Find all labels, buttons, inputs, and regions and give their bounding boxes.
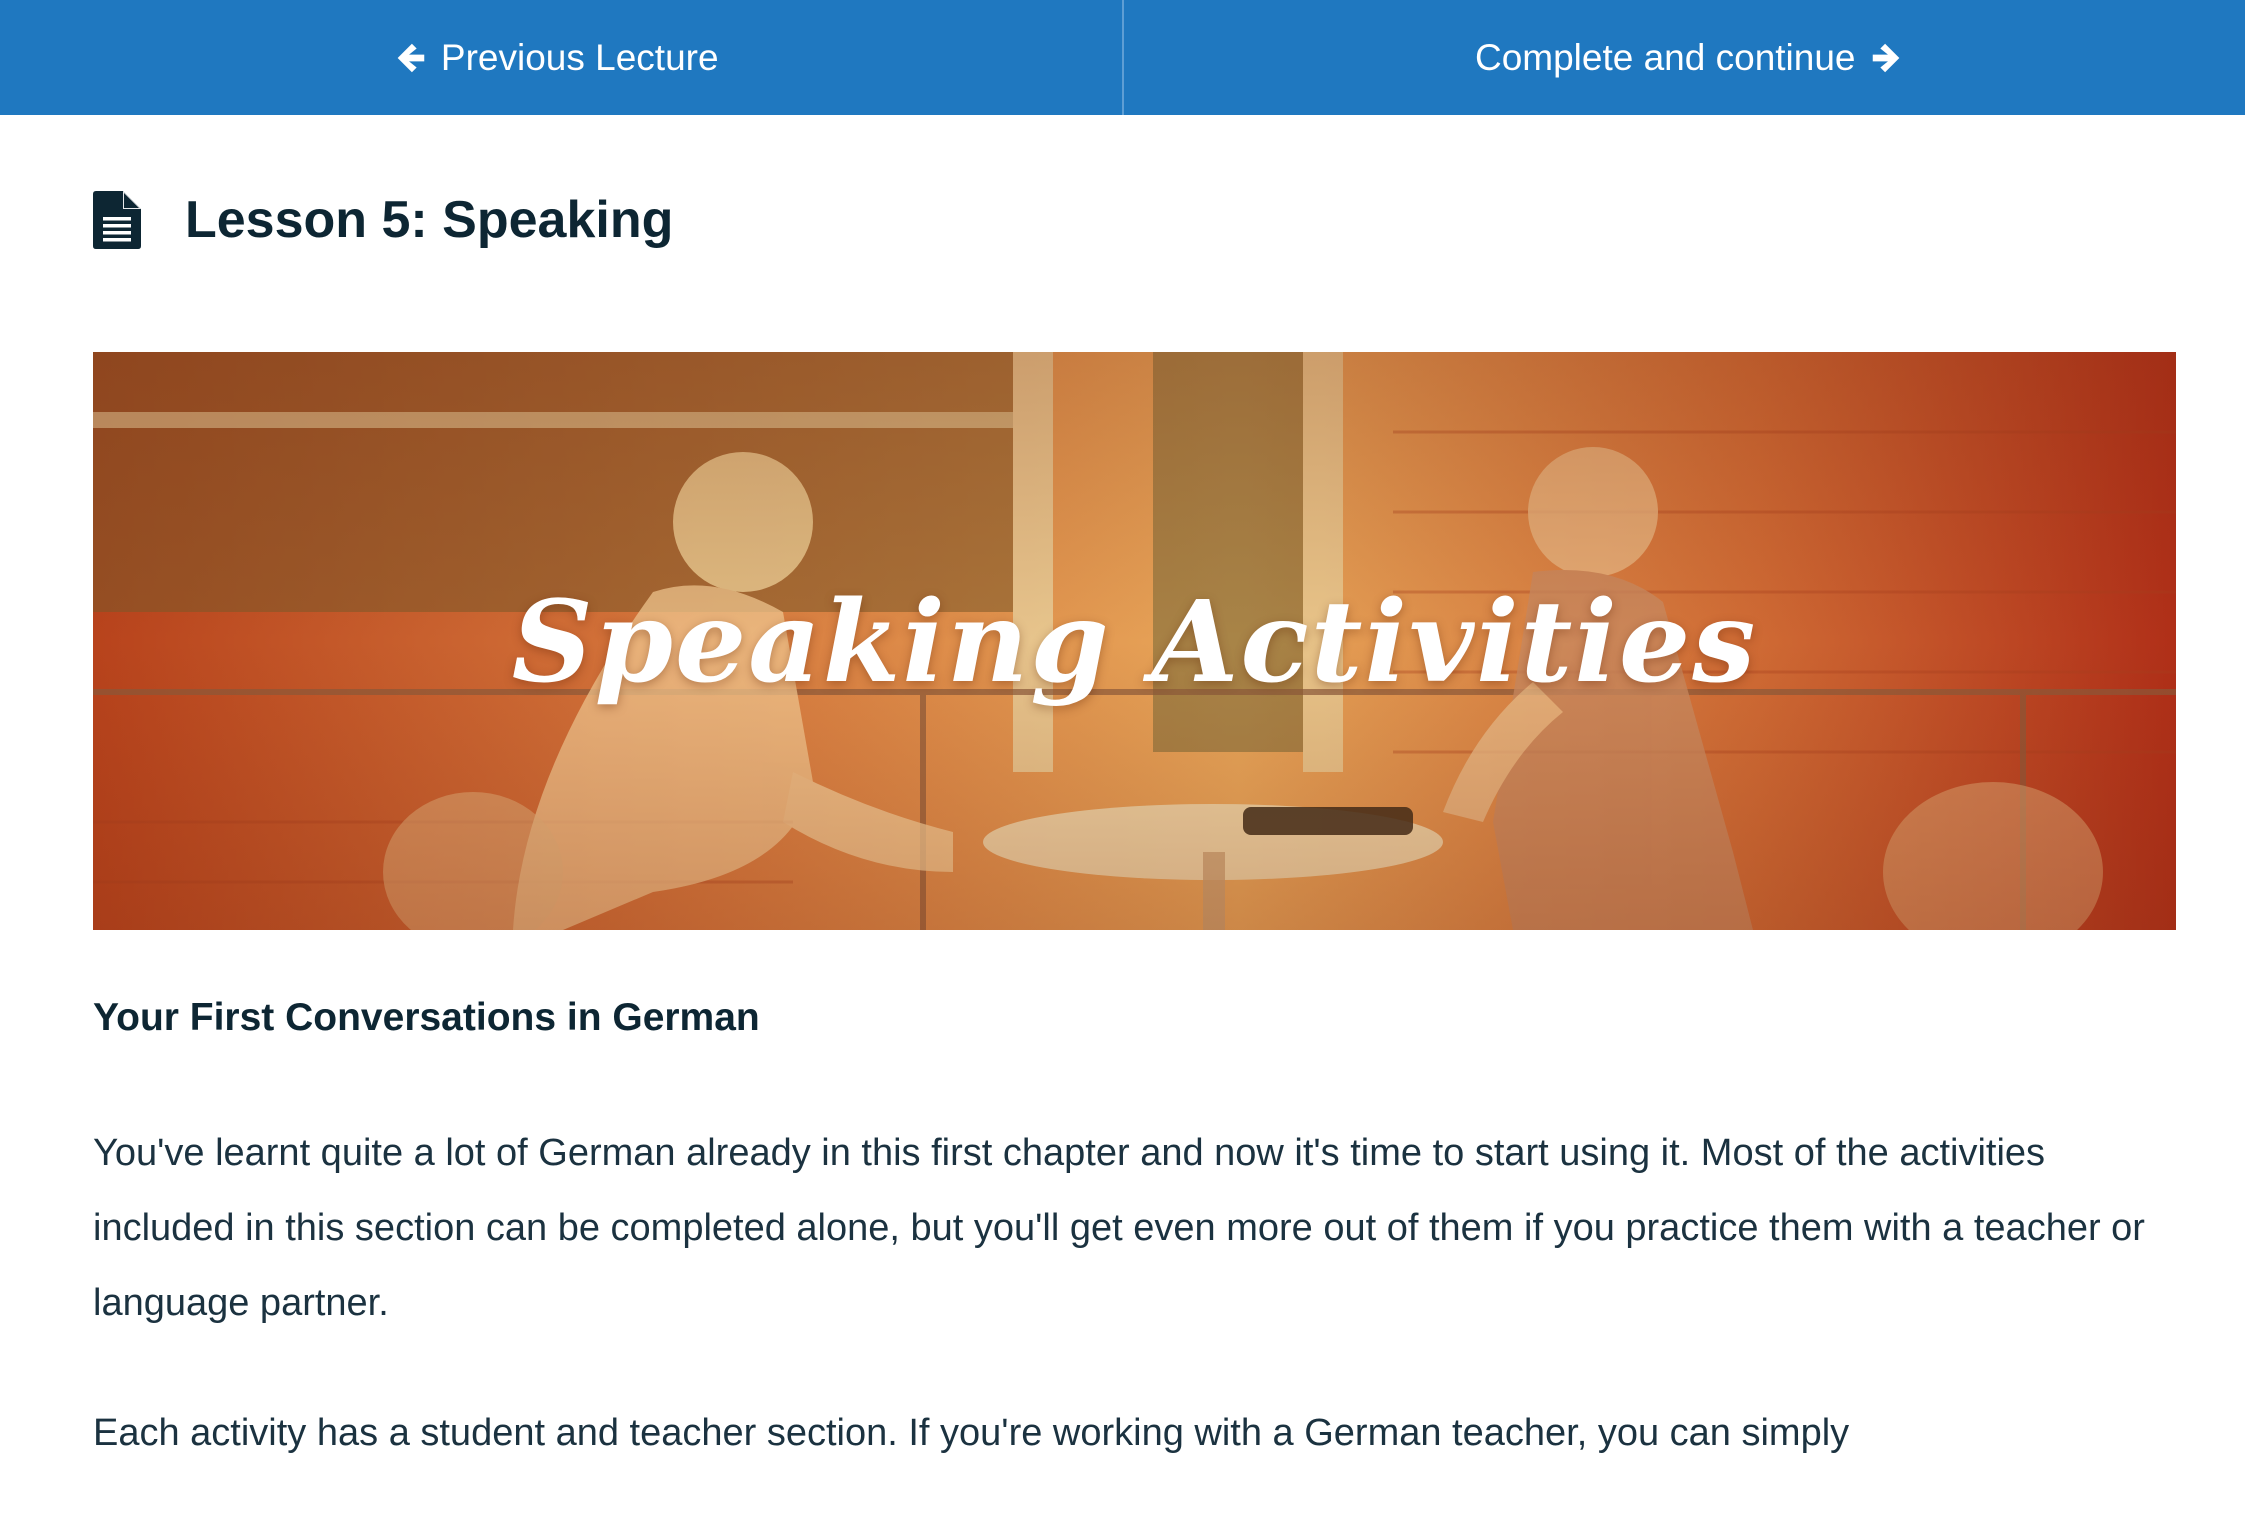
intro-paragraph: You've learnt quite a lot of German alre… bbox=[93, 1132, 2145, 1324]
lesson-header: Lesson 5: Speaking bbox=[93, 190, 673, 250]
document-icon bbox=[93, 191, 141, 249]
arrow-left-icon bbox=[397, 43, 425, 72]
previous-lecture-label: Previous Lecture bbox=[440, 36, 719, 78]
arrow-right-icon bbox=[1872, 43, 1899, 72]
complete-and-continue-label: Complete and continue bbox=[1474, 36, 1856, 78]
section-heading: Your First Conversations in German bbox=[93, 996, 760, 1039]
activity-paragraph: Each activity has a student and teacher … bbox=[93, 1412, 1850, 1454]
lecture-nav-bar: Previous Lecture Complete and continue bbox=[0, 0, 2245, 115]
complete-and-continue-button[interactable]: Complete and continue bbox=[1124, 0, 2245, 115]
speaking-activities-banner: Speaking Activities bbox=[93, 352, 2176, 930]
previous-lecture-button[interactable]: Previous Lecture bbox=[0, 0, 1124, 115]
lesson-title: Lesson 5: Speaking bbox=[185, 191, 674, 249]
banner-title: Speaking Activities bbox=[511, 577, 1758, 708]
